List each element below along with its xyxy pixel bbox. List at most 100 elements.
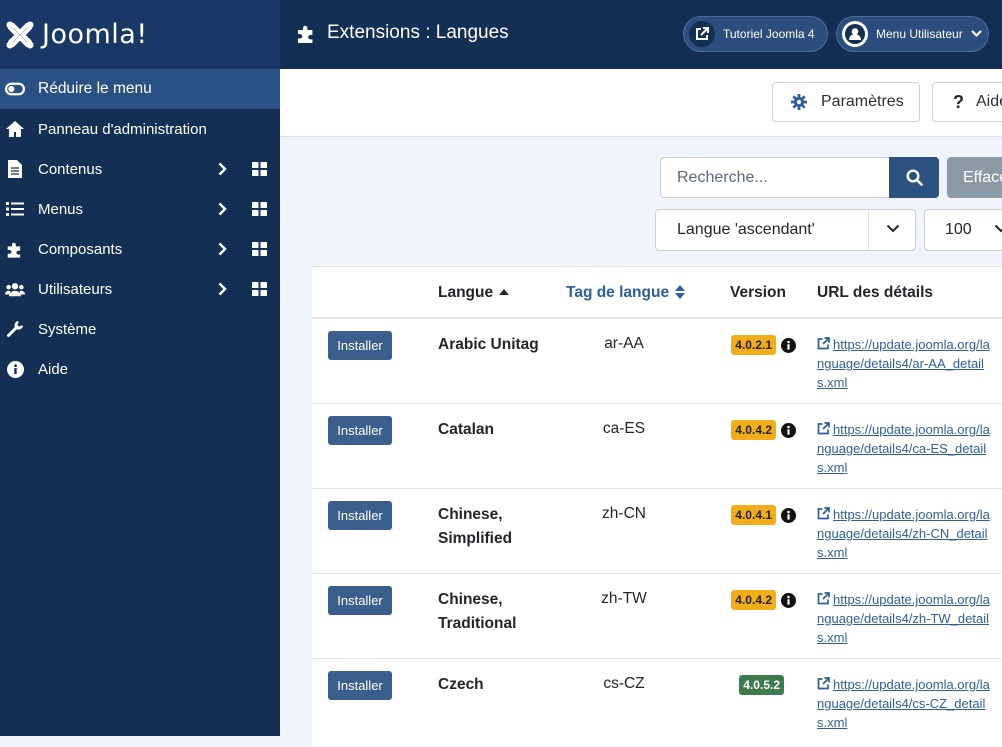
logo-text: Joomla!	[42, 19, 148, 50]
details-url-text: https://update.joomla.org/language/detai…	[817, 422, 990, 475]
details-url-link[interactable]: https://update.joomla.org/language/detai…	[817, 675, 992, 732]
sidebar-item-components[interactable]: Composants	[0, 229, 280, 269]
table-row: Installer Czech cs-CZ 4.0.5.2 https://up…	[312, 659, 1002, 743]
details-url-link[interactable]: https://update.joomla.org/language/detai…	[817, 335, 992, 392]
details-url-text: https://update.joomla.org/language/detai…	[817, 337, 990, 390]
page-title-text: Extensions : Langues	[327, 22, 509, 43]
install-button[interactable]: Installer	[328, 586, 392, 615]
sidebar-item-label: Réduire le menu	[38, 80, 152, 97]
install-button[interactable]: Installer	[328, 671, 392, 700]
language-name: Chinese, Simplified	[438, 506, 513, 547]
table-row: Installer Catalan ca-ES 4.0.4.2 https://…	[312, 404, 1002, 489]
sidebar-item-users[interactable]: Utilisateurs	[0, 269, 280, 309]
language-name: Chinese, Traditional	[438, 591, 517, 632]
logo[interactable]: Joomla!	[0, 0, 280, 69]
help-label: Aide	[976, 93, 1002, 110]
tutorial-label: Tutoriel Joomla 4	[723, 27, 815, 41]
column-header-label: Tag de langue	[566, 284, 670, 301]
external-link-icon	[689, 21, 715, 47]
help-button[interactable]: ? Aide	[932, 82, 1002, 122]
dashboard-grid-icon[interactable]	[252, 282, 267, 296]
user-menu-button[interactable]: Menu Utilisateur	[836, 16, 989, 52]
details-url-link[interactable]: https://update.joomla.org/language/detai…	[817, 505, 992, 562]
sidebar-item-content[interactable]: Contenus	[0, 149, 280, 189]
search-input[interactable]	[660, 157, 890, 198]
details-url-text: https://update.joomla.org/language/detai…	[817, 592, 990, 645]
puzzle-icon	[298, 25, 313, 43]
column-header-language[interactable]: Langue	[438, 284, 510, 302]
sidebar-item-dashboard[interactable]: Panneau d'administration	[0, 109, 280, 149]
install-button[interactable]: Installer	[328, 416, 392, 445]
sort-select[interactable]: Langue 'ascendant'	[655, 209, 916, 251]
sidebar-item-label: Composants	[38, 240, 123, 258]
details-url-text: https://update.joomla.org/language/detai…	[817, 507, 990, 560]
user-menu-label: Menu Utilisateur	[876, 27, 963, 41]
install-button[interactable]: Installer	[328, 501, 392, 530]
info-icon	[5, 359, 25, 379]
info-icon[interactable]	[781, 337, 796, 353]
list-icon	[5, 199, 25, 219]
sort-icon	[675, 285, 686, 299]
version-badge: 4.0.5.2	[739, 675, 784, 695]
language-name: Catalan	[438, 421, 494, 438]
chevron-right-icon[interactable]	[218, 202, 227, 216]
version-badge: 4.0.2.1	[731, 335, 776, 355]
details-url-text: https://update.joomla.org/language/detai…	[817, 677, 990, 730]
external-link-icon	[817, 337, 830, 350]
column-header-tag[interactable]: Tag de langue	[566, 284, 686, 302]
language-name: Arabic Unitag	[438, 336, 539, 353]
user-avatar-icon	[842, 21, 868, 47]
puzzle-icon	[5, 239, 25, 259]
info-icon[interactable]	[781, 422, 796, 438]
chevron-right-icon[interactable]	[218, 162, 227, 176]
chevron-down-icon	[994, 224, 1002, 233]
sidebar-item-label: Système	[38, 320, 97, 338]
dashboard-grid-icon[interactable]	[252, 242, 267, 256]
column-header-label: Langue	[438, 284, 494, 301]
sidebar-item-label: Utilisateurs	[38, 280, 113, 298]
users-icon	[5, 279, 25, 299]
sidebar-item-label: Menus	[38, 200, 84, 218]
home-icon	[5, 119, 25, 139]
sidebar-item-help[interactable]: Aide	[0, 349, 280, 389]
info-icon[interactable]	[781, 507, 796, 523]
version-badge: 4.0.4.2	[731, 420, 776, 440]
sidebar-item-system[interactable]: Système	[0, 309, 280, 349]
dashboard-grid-icon[interactable]	[252, 202, 267, 216]
sidebar-item-label: Contenus	[38, 160, 103, 178]
language-tag: ca-ES	[602, 420, 646, 437]
language-name: Czech	[438, 676, 484, 693]
chevron-right-icon[interactable]	[218, 242, 227, 256]
table-header: Langue Tag de langue Version URL des dét…	[312, 267, 1002, 319]
version-cell: 4.0.4.2	[731, 590, 796, 610]
sort-asc-icon	[499, 289, 510, 295]
column-header-url: URL des détails	[817, 284, 934, 301]
table-row: Installer Chinese, Simplified zh-CN 4.0.…	[312, 489, 1002, 574]
sidebar-item-menus[interactable]: Menus	[0, 189, 280, 229]
tutorial-button[interactable]: Tutoriel Joomla 4	[683, 16, 828, 52]
install-button[interactable]: Installer	[328, 331, 392, 360]
sidebar-item-toggle-menu[interactable]: Réduire le menu	[0, 69, 280, 109]
search-icon	[905, 169, 923, 186]
search-button[interactable]	[889, 157, 939, 198]
external-link-icon	[817, 422, 830, 435]
table-row: Installer Chinese, Traditional zh-TW 4.0…	[312, 574, 1002, 659]
options-button[interactable]: Paramètres	[772, 82, 920, 122]
chevron-down-icon	[886, 224, 900, 233]
chevron-right-icon[interactable]	[218, 282, 227, 296]
options-label: Paramètres	[821, 93, 904, 110]
table-row: Installer Arabic Unitag ar-AA 4.0.2.1 ht…	[312, 319, 1002, 404]
clear-button[interactable]: Effacer	[947, 157, 1002, 198]
select-divider	[868, 210, 869, 250]
limit-select[interactable]: 100	[924, 209, 1002, 251]
gear-icon	[791, 94, 807, 110]
language-tag: zh-TW	[601, 590, 647, 607]
details-url-link[interactable]: https://update.joomla.org/language/detai…	[817, 420, 992, 477]
version-cell: 4.0.2.1	[731, 335, 796, 355]
column-header-version: Version	[730, 284, 786, 301]
version-badge: 4.0.4.1	[731, 505, 776, 525]
details-url-link[interactable]: https://update.joomla.org/language/detai…	[817, 590, 992, 647]
dashboard-grid-icon[interactable]	[252, 162, 267, 176]
language-tag: ar-AA	[604, 335, 644, 352]
info-icon[interactable]	[781, 592, 796, 608]
